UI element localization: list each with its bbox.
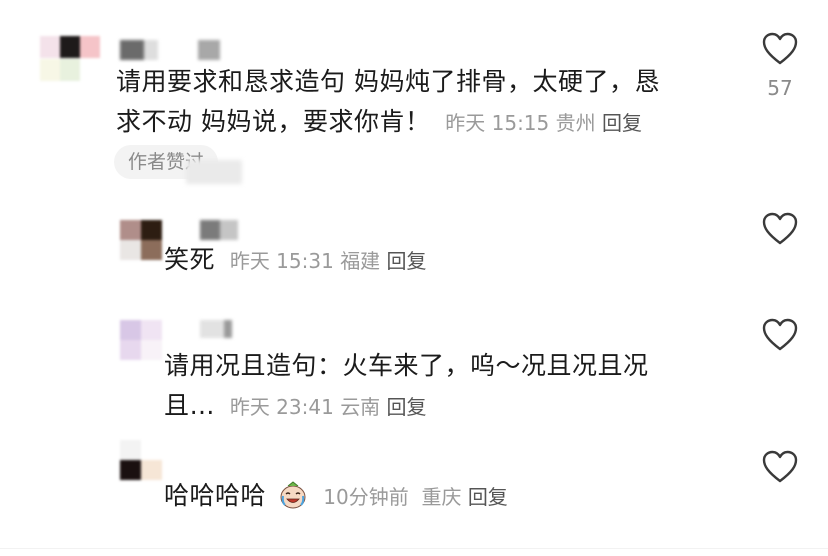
comment-location: 福建 <box>340 249 381 273</box>
comment-text: 笑死 昨天 15:31 福建 回复 <box>164 240 724 281</box>
heart-outline-icon[interactable] <box>762 32 798 66</box>
reply-button[interactable]: 回复 <box>387 395 427 419</box>
reply-button[interactable]: 回复 <box>387 249 427 273</box>
comment-line-text: 且… <box>164 391 216 420</box>
username[interactable] <box>200 320 232 338</box>
avatar[interactable] <box>120 220 162 260</box>
comment-meta: 10分钟前 重庆 回复 <box>317 485 508 509</box>
comment-time: 昨天 15:31 <box>229 249 334 273</box>
comment-meta: 昨天 23:41 云南 回复 <box>223 395 427 419</box>
comment-location: 云南 <box>340 395 381 419</box>
comment-location: 重庆 <box>421 485 462 509</box>
comment-meta: 昨天 15:15 贵州 回复 <box>439 111 642 135</box>
comment-meta: 昨天 15:31 福建 回复 <box>223 249 427 273</box>
comment-time: 10分钟前 <box>323 485 409 509</box>
comment-text: 哈哈哈哈 10分钟前 重庆 回复 <box>164 476 724 517</box>
heart-outline-icon[interactable] <box>762 212 798 246</box>
comment-text: 请用要求和恳求造句 妈妈炖了排骨，太硬了，恳 求不动 妈妈说，要求你肯！ 昨天 … <box>116 62 716 143</box>
reply-button[interactable]: 回复 <box>602 111 642 135</box>
blur-overlay <box>186 160 242 184</box>
bottom-divider <box>0 548 828 549</box>
comment-line-text: 笑死 <box>164 245 216 274</box>
laughing-crying-sticker-icon <box>280 481 306 509</box>
comment-text: 请用况且造句：火车来了，呜～况且况且况 且… 昨天 23:41 云南 回复 <box>164 346 724 427</box>
avatar[interactable] <box>120 440 162 480</box>
comment-time: 昨天 15:15 <box>445 111 550 135</box>
like-count: 57 <box>767 76 793 100</box>
reply-button[interactable]: 回复 <box>468 485 508 509</box>
heart-outline-icon[interactable] <box>762 450 798 484</box>
comment-line: 请用况且造句：火车来了，呜～况且况且况 <box>164 351 649 380</box>
comment-line: 且… 昨天 23:41 云南 回复 <box>164 386 724 427</box>
username[interactable] <box>200 220 238 240</box>
comment-location: 贵州 <box>555 111 596 135</box>
avatar[interactable] <box>40 36 102 82</box>
comment-line: 请用要求和恳求造句 妈妈炖了排骨，太硬了，恳 <box>116 67 660 96</box>
avatar[interactable] <box>120 320 162 360</box>
heart-outline-icon[interactable] <box>762 318 798 352</box>
username[interactable] <box>120 40 220 60</box>
comment-time: 昨天 23:41 <box>229 395 334 419</box>
comment-line-text: 求不动 妈妈说，要求你肯！ <box>116 107 431 136</box>
comment-line-text: 哈哈哈哈 <box>164 481 267 510</box>
comment-line: 求不动 妈妈说，要求你肯！ 昨天 15:15 贵州 回复 <box>116 102 716 143</box>
